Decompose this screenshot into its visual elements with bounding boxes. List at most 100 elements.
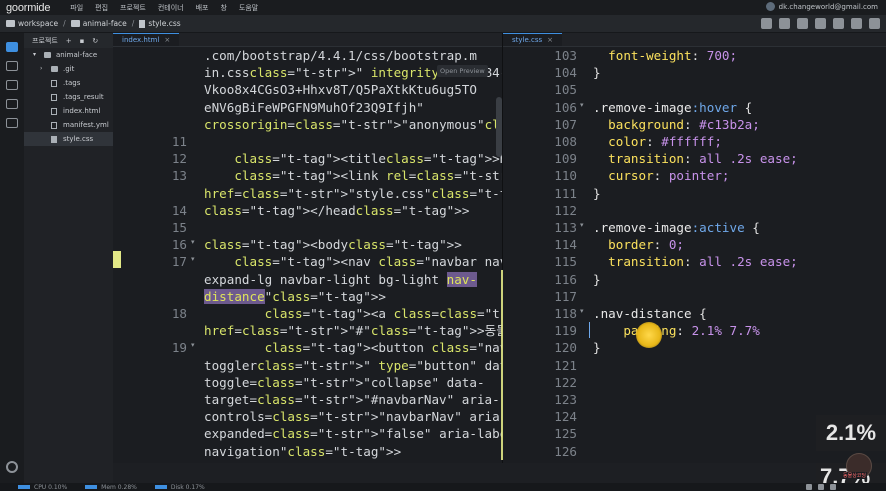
code-line[interactable]	[593, 443, 798, 460]
user-icon[interactable]	[869, 18, 880, 29]
code-line[interactable]: .com/bootstrap/4.4.1/css/bootstrap.m	[204, 47, 502, 64]
code-line[interactable]: toggle=class="t-str">"collapse" data-	[204, 374, 502, 391]
code-line[interactable]: class="t-tag"><button class="navbar-	[204, 339, 502, 356]
settings-icon[interactable]	[818, 484, 824, 490]
tree-item-index-html[interactable]: index.html	[24, 104, 113, 118]
tree-item-tags[interactable]: .tags	[24, 76, 113, 90]
gear-icon[interactable]	[6, 461, 18, 473]
code-line[interactable]: .nav-distance {	[593, 305, 798, 322]
code-line[interactable]: controls=class="t-str">"navbarNav" aria-	[204, 408, 502, 425]
tree-item-style-css[interactable]: style.css	[24, 132, 113, 146]
menu-item-help[interactable]: 도움말	[239, 3, 258, 13]
code-line[interactable]: class="t-tag"><a class=class="t-str">"na…	[204, 305, 502, 322]
project-explorer-icon[interactable]	[6, 42, 18, 52]
code-line[interactable]: class="t-tag"><link rel=class="t-str">"s…	[204, 167, 502, 184]
code-line[interactable]	[593, 391, 798, 408]
code-line[interactable]: transition: all .2s ease;	[593, 253, 798, 270]
code-line[interactable]: }	[593, 64, 798, 81]
code-line[interactable]: border: 0;	[593, 236, 798, 253]
new-folder-icon[interactable]: ▪	[80, 37, 85, 45]
code-line[interactable]	[593, 202, 798, 219]
code-line[interactable]: .remove-image:hover {	[593, 99, 798, 116]
expand-icon[interactable]	[830, 484, 836, 490]
save-icon[interactable]	[761, 18, 772, 29]
code-line[interactable]	[204, 133, 502, 150]
code-line[interactable]: padding: 2.1% 7.7%	[593, 322, 798, 339]
fold-arrow-icon[interactable]: ▾	[191, 341, 195, 349]
grid-icon[interactable]	[797, 18, 808, 29]
code-line[interactable]: togglerclass="t-str">" type="button" dat…	[204, 357, 502, 374]
menu-item-window[interactable]: 창	[220, 3, 226, 13]
tree-item-manifest[interactable]: manifest.yml	[24, 118, 113, 132]
tree-item-git[interactable]: › .git	[24, 62, 113, 76]
fold-arrow-icon[interactable]: ▾	[191, 255, 195, 263]
menu-item-container[interactable]: 컨테이너	[158, 3, 184, 13]
code-line[interactable]: }	[593, 339, 798, 356]
code-line[interactable]: Vkoo8x4CGsO3+Hhxv8T/Q5PaXtkKtu6ug5TO	[204, 81, 502, 98]
code-line[interactable]: class="t-tag"><bodyclass="t-tag">>	[204, 236, 502, 253]
tree-item-tags-result[interactable]: .tags_result	[24, 90, 113, 104]
editor-pane-index-html[interactable]: index.html × 11 12 13 14 15 16 17 18 19 .com/…	[113, 33, 502, 463]
notification-icon[interactable]	[806, 484, 812, 490]
code-line[interactable]: }	[593, 271, 798, 288]
fold-arrow-icon[interactable]: ▾	[580, 101, 584, 109]
code-line[interactable]: eNV6gBiFeWPGFN9MuhOf23Q9Ifjh"	[204, 99, 502, 116]
code-line[interactable]: cursor: pointer;	[593, 167, 798, 184]
save-all-icon[interactable]	[779, 18, 790, 29]
code-line[interactable]: distance"class="t-tag">>	[204, 288, 502, 305]
menu-item-deploy[interactable]: 배포	[196, 3, 209, 13]
outline-icon[interactable]	[6, 61, 18, 71]
code-line[interactable]: target=class="t-str">"#navbarNav" aria-	[204, 391, 502, 408]
fold-arrow-icon[interactable]: ▾	[191, 238, 195, 246]
code-line[interactable]	[593, 408, 798, 425]
terminal-icon[interactable]	[815, 18, 826, 29]
open-preview-button[interactable]: Open Preview	[437, 65, 488, 77]
code-line[interactable]: class="t-tag"></headclass="t-tag">>	[204, 202, 502, 219]
bookmark-icon[interactable]	[6, 118, 18, 128]
code-line[interactable]: href=class="t-str">"style.css"class="t-t…	[204, 185, 502, 202]
menu-item-project[interactable]: 프로젝트	[120, 3, 146, 13]
git-icon[interactable]	[6, 80, 18, 90]
code-line[interactable]: class="t-tag"><titleclass="t-tag">>Hello…	[204, 150, 502, 167]
code-line[interactable]: .remove-image:active {	[593, 219, 798, 236]
code-line[interactable]: expanded=class="t-str">"false" aria-labe…	[204, 425, 502, 442]
breadcrumb-file[interactable]: style.css	[139, 19, 181, 28]
code-line[interactable]	[593, 357, 798, 374]
breadcrumb-workspace[interactable]: workspace	[6, 19, 58, 28]
code-line[interactable]: }	[593, 185, 798, 202]
code-line[interactable]: transition: all .2s ease;	[593, 150, 798, 167]
fold-arrow-icon[interactable]: ▾	[580, 221, 584, 229]
code-line[interactable]: href=class="t-str">"#"class="t-tag">>동물상…	[204, 322, 502, 339]
user-menu[interactable]: dk.changeworld@gmail.com	[765, 2, 878, 11]
breadcrumb-project[interactable]: animal-face	[70, 19, 127, 28]
code-line[interactable]: background: #c13b2a;	[593, 116, 798, 133]
close-icon[interactable]: ×	[547, 36, 553, 44]
code-area[interactable]: .com/bootstrap/4.4.1/css/bootstrap.m in.c…	[204, 47, 502, 460]
code-line[interactable]	[593, 81, 798, 98]
code-line[interactable]	[593, 288, 798, 305]
code-icon[interactable]	[6, 99, 18, 109]
line-numbers: 103 104 105 106 107 108 109 110 111 112 113 114 115 1…	[545, 47, 577, 460]
tab-style-css[interactable]: style.css ×	[503, 33, 563, 46]
code-line[interactable]: crossorigin=class="t-str">"anonymous"cla…	[204, 116, 502, 133]
code-line[interactable]: navigation"class="t-tag">>	[204, 443, 502, 460]
code-line[interactable]: color: #ffffff;	[593, 133, 798, 150]
run-icon[interactable]	[851, 18, 862, 29]
wrench-icon[interactable]	[833, 18, 844, 29]
editor-pane-style-css[interactable]: style.css × 103 104 105 106 107 108 109 110 111 1…	[503, 33, 886, 463]
code-area[interactable]: font-weight: 700;} .remove-image:hover {…	[593, 47, 798, 460]
code-line[interactable]: class="t-tag"><nav class="navbar navbar-	[204, 253, 502, 270]
code-line[interactable]	[593, 425, 798, 442]
menu-item-file[interactable]: 파일	[70, 3, 83, 13]
refresh-icon[interactable]: ↻	[92, 37, 98, 45]
code-line[interactable]: expand-lg navbar-light bg-light nav-	[204, 271, 502, 288]
add-icon[interactable]: +	[66, 37, 72, 45]
close-icon[interactable]: ×	[164, 36, 170, 44]
tree-item-animal-face[interactable]: ▾ animal-face	[24, 48, 113, 62]
fold-arrow-icon[interactable]: ▾	[580, 307, 584, 315]
menu-item-edit[interactable]: 편집	[95, 3, 108, 13]
code-line[interactable]: font-weight: 700;	[593, 47, 798, 64]
code-line[interactable]	[593, 374, 798, 391]
tab-index-html[interactable]: index.html ×	[113, 33, 180, 46]
code-line[interactable]	[204, 219, 502, 236]
